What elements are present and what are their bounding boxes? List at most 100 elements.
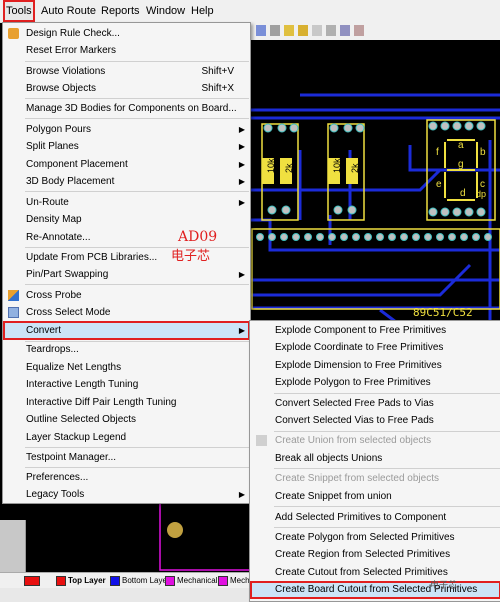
menu-item-density-map[interactable]: Density Map <box>3 211 250 228</box>
menu-item-cross-probe[interactable]: Cross Probe <box>3 287 250 304</box>
menu-separator <box>274 468 500 469</box>
seg-g-label: g <box>458 159 464 170</box>
menu-window[interactable]: Window <box>143 0 188 22</box>
menu-item-preferences[interactable]: Preferences... <box>3 469 250 486</box>
menu-item-outline-selected-objects[interactable]: Outline Selected Objects <box>3 411 250 428</box>
submenu-item-create-board-cutout[interactable]: Create Board Cutout from Selected Primit… <box>250 581 500 599</box>
seg-b-label: b <box>480 147 486 158</box>
toolbar-polygon-icon[interactable] <box>298 25 308 36</box>
seg-dp-label: dp <box>476 189 486 199</box>
layer-tab-color <box>24 575 42 587</box>
menu-item-legacy-tools[interactable]: Legacy Tools ▶ <box>3 486 250 503</box>
menu-item-reset-error-markers[interactable]: Reset Error Markers <box>3 42 250 59</box>
menu-item-manage-3d-bodies[interactable]: Manage 3D Bodies for Components on Board… <box>3 100 250 117</box>
submenu-arrow-icon: ▶ <box>238 198 245 207</box>
submenu-arrow-icon: ▶ <box>238 125 245 134</box>
menu-item-design-rule-check[interactable]: Design Rule Check... <box>3 25 250 42</box>
submenu-item-create-cutout[interactable]: Create Cutout from Selected Primitives <box>250 564 500 581</box>
menu-separator <box>25 284 249 285</box>
menu-item-pin-part-swapping[interactable]: Pin/Part Swapping ▶ <box>3 266 250 283</box>
menu-item-update-from-pcb-libraries[interactable]: Update From PCB Libraries... <box>3 249 250 266</box>
menu-item-browse-violations[interactable]: Browse Violations Shift+V <box>3 63 250 80</box>
submenu-item-pads-to-vias[interactable]: Convert Selected Free Pads to Vias <box>250 395 500 412</box>
silk-label-r2: 2k <box>284 163 294 173</box>
seg-f-label: f <box>436 147 439 158</box>
menu-separator <box>25 467 249 468</box>
submenu-arrow-icon: ▶ <box>238 270 245 279</box>
union-icon <box>256 435 267 446</box>
menu-item-interactive-diff-pair-length-tuning[interactable]: Interactive Diff Pair Length Tuning <box>3 394 250 411</box>
mechanical-swatch-icon <box>218 575 228 586</box>
submenu-item-explode-dimension[interactable]: Explode Dimension to Free Primitives <box>250 357 500 374</box>
convert-submenu: Explode Component to Free Primitives Exp… <box>249 320 500 602</box>
menu-item-polygon-pours[interactable]: Polygon Pours ▶ <box>3 121 250 138</box>
layer-tab-bottom[interactable]: Bottom Layer <box>110 575 170 587</box>
submenu-item-create-polygon[interactable]: Create Polygon from Selected Primitives <box>250 529 500 546</box>
tools-menu: Design Rule Check... Reset Error Markers… <box>2 22 251 504</box>
menu-item-3d-body-placement[interactable]: 3D Body Placement ▶ <box>3 173 250 190</box>
menu-item-browse-objects[interactable]: Browse Objects Shift+X <box>3 80 250 97</box>
layer-tab-mechanical-1[interactable]: Mechanical 1 <box>165 575 224 587</box>
menu-item-equalize-net-lengths[interactable]: Equalize Net Lengths <box>3 359 250 376</box>
menu-item-interactive-length-tuning[interactable]: Interactive Length Tuning <box>3 376 250 393</box>
submenu-item-add-primitives-to-component[interactable]: Add Selected Primitives to Component <box>250 509 500 526</box>
menu-separator <box>274 506 500 507</box>
menu-separator <box>274 393 500 394</box>
toolbar-text-icon[interactable] <box>312 25 322 36</box>
menu-item-un-route[interactable]: Un-Route ▶ <box>3 194 250 211</box>
menu-item-cross-select-mode[interactable]: Cross Select Mode <box>3 304 250 321</box>
toolbar-keepout-icon[interactable] <box>354 25 364 36</box>
layer-tab-top[interactable]: Top Layer <box>56 575 106 587</box>
watermark-subtitle: 电子芯 <box>171 248 211 263</box>
menu-bar: Tools Auto Route Reports Window Help <box>0 0 500 23</box>
menu-item-component-placement[interactable]: Component Placement ▶ <box>3 156 250 173</box>
menu-separator <box>25 118 249 119</box>
submenu-item-create-union: Create Union from selected objects <box>250 432 500 449</box>
left-panel-strip <box>0 520 26 572</box>
silk-label-r4: 2k <box>350 163 360 173</box>
seg-e-label: e <box>436 179 442 190</box>
mechanical-1-swatch-icon <box>165 575 175 586</box>
submenu-item-vias-to-pads[interactable]: Convert Selected Vias to Free Pads <box>250 412 500 429</box>
toolbar-grid-icon[interactable] <box>340 25 350 36</box>
menu-separator <box>25 98 249 99</box>
menu-reports[interactable]: Reports <box>98 0 143 22</box>
toolbar-arc-icon[interactable] <box>270 25 280 36</box>
silk-label-r1: 10k <box>266 158 276 173</box>
seg-a-label: a <box>458 140 464 151</box>
submenu-item-explode-coordinate[interactable]: Explode Coordinate to Free Primitives <box>250 339 500 356</box>
submenu-arrow-icon: ▶ <box>238 177 245 186</box>
menu-separator <box>274 527 500 528</box>
submenu-item-snippet-from-selected: Create Snippet from selected objects <box>275 473 439 484</box>
submenu-item-create-region[interactable]: Create Region from Selected Primitives <box>250 546 500 563</box>
toolbar <box>250 22 500 41</box>
menu-item-teardrops[interactable]: Teardrops... <box>3 341 250 358</box>
cross-select-icon <box>8 307 19 318</box>
submenu-arrow-icon: ▶ <box>238 160 245 169</box>
watermark-title: AD09 <box>178 229 218 245</box>
menu-item-testpoint-manager[interactable]: Testpoint Manager... <box>3 449 250 466</box>
menu-separator <box>25 61 249 62</box>
menu-tools[interactable]: Tools <box>3 0 35 22</box>
submenu-item-explode-polygon[interactable]: Explode Polygon to Free Primitives <box>250 374 500 391</box>
submenu-item-explode-component[interactable]: Explode Component to Free Primitives <box>250 322 500 339</box>
silk-label-r3: 10k <box>332 158 342 173</box>
menu-separator <box>25 247 249 248</box>
cross-probe-icon <box>8 290 19 301</box>
toolbar-dimension-icon[interactable] <box>326 25 336 36</box>
submenu-arrow-icon: ▶ <box>238 490 245 499</box>
menu-item-layer-stackup-legend[interactable]: Layer Stackup Legend <box>3 429 250 446</box>
toolbar-fill-icon[interactable] <box>284 25 294 36</box>
menu-item-convert[interactable]: Convert ▶ <box>3 321 250 340</box>
menu-separator <box>25 191 249 192</box>
watermark-corner: 电子芯 <box>430 580 458 590</box>
bottom-layer-swatch-icon <box>110 575 120 586</box>
submenu-item-break-unions[interactable]: Break all objects Unions <box>250 450 500 467</box>
menu-help[interactable]: Help <box>188 0 217 22</box>
seg-d-label: d <box>460 188 466 199</box>
menu-auto-route[interactable]: Auto Route <box>38 0 99 22</box>
toolbar-route-icon[interactable] <box>256 25 266 36</box>
menu-separator <box>25 447 249 448</box>
menu-item-split-planes[interactable]: Split Planes ▶ <box>3 138 250 155</box>
submenu-item-snippet-from-union[interactable]: Create Snippet from union <box>250 488 500 505</box>
